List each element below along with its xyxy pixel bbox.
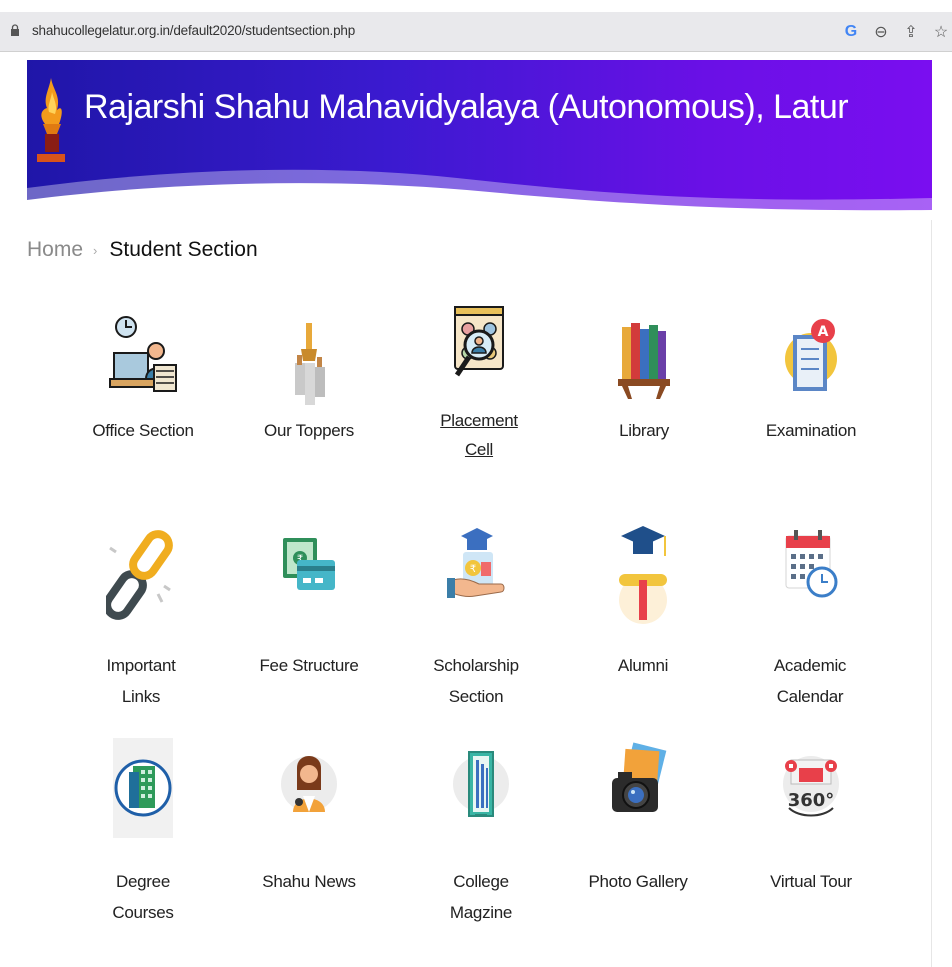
scholarship-icon: ₹: [447, 528, 505, 598]
library-icon: [618, 323, 670, 399]
tile-label: Library: [619, 421, 669, 440]
tile-label: Calendar: [776, 687, 844, 706]
tile-label: Important: [106, 656, 176, 675]
tile-label: Fee Structure: [259, 656, 359, 675]
examination-icon: A: [785, 319, 837, 391]
header-banner: Rajarshi Shahu Mahavidyalaya (Autonomous…: [27, 60, 932, 220]
tile-label: Office Section: [92, 421, 194, 440]
tile-label: Photo Gallery: [588, 872, 688, 891]
tile-academic-calendar[interactable]: Academic Calendar: [730, 522, 890, 712]
svg-text:360°: 360°: [788, 790, 835, 811]
share-icon[interactable]: ⇪: [902, 22, 920, 42]
tile-label: Degree: [116, 872, 170, 891]
star-icon[interactable]: ☆: [932, 22, 950, 42]
svg-text:₹: ₹: [470, 564, 476, 575]
tile-our-toppers[interactable]: Our Toppers: [229, 305, 389, 446]
tile-label: Academic: [773, 656, 847, 675]
tile-alumni[interactable]: Alumni: [563, 522, 723, 681]
tile-library[interactable]: Library: [564, 305, 724, 446]
tile-shahu-news[interactable]: Shahu News: [229, 738, 389, 897]
fee-structure-icon: ₹: [283, 538, 335, 590]
degree-courses-icon: [113, 738, 173, 838]
photo-gallery-icon: [612, 742, 667, 812]
url-text[interactable]: shahucollegelatur.org.in/default2020/stu…: [32, 23, 355, 38]
svg-text:A: A: [818, 324, 829, 340]
breadcrumb-home-link[interactable]: Home: [27, 238, 83, 262]
tile-virtual-tour[interactable]: 360° Virtual Tour: [731, 738, 891, 897]
important-links-icon: [106, 530, 173, 620]
virtual-tour-icon: 360°: [783, 756, 839, 817]
tile-scholarship-section[interactable]: ₹ Scholarship Section: [396, 522, 556, 712]
lock-icon: [11, 24, 19, 36]
tile-label: Magzine: [449, 903, 513, 922]
tile-label: College: [453, 872, 509, 891]
tile-label: Courses: [112, 903, 174, 922]
tile-photo-gallery[interactable]: Photo Gallery: [558, 738, 718, 897]
academic-calendar-icon: [785, 530, 838, 598]
tile-fee-structure[interactable]: ₹ Fee Structure: [229, 522, 389, 681]
breadcrumb-separator: ›: [93, 242, 98, 258]
tile-label-link[interactable]: Cell: [399, 434, 559, 465]
tile-label: Alumni: [617, 656, 669, 675]
tile-placement-cell[interactable]: Placement Cell: [399, 305, 559, 465]
tile-examination[interactable]: A Examination: [731, 305, 891, 446]
toppers-icon: [295, 323, 325, 405]
tile-label: Examination: [765, 421, 857, 440]
magazine-icon: [453, 751, 509, 817]
office-section-icon: [109, 316, 177, 392]
browser-bar: shahucollegelatur.org.in/default2020/stu…: [0, 0, 952, 52]
google-icon[interactable]: G: [842, 23, 860, 41]
breadcrumb-current: Student Section: [109, 238, 258, 261]
tile-label: Virtual Tour: [770, 872, 852, 891]
college-title: Rajarshi Shahu Mahavidyalaya (Autonomous…: [84, 88, 849, 126]
tile-label: Section: [448, 687, 504, 706]
news-icon: [281, 756, 337, 812]
placement-cell-icon: [454, 306, 504, 377]
header-wave: [27, 169, 932, 220]
tile-office-section[interactable]: Office Section: [63, 305, 223, 446]
tile-label: Our Toppers: [264, 421, 354, 440]
page: Rajarshi Shahu Mahavidyalaya (Autonomous…: [27, 60, 932, 967]
tile-college-magazine[interactable]: College Magzine: [401, 738, 561, 928]
tile-label: Scholarship: [433, 656, 519, 675]
tile-degree-courses[interactable]: Degree Courses: [63, 738, 223, 928]
college-logo-icon[interactable]: [33, 68, 69, 166]
tile-label: Shahu News: [262, 872, 356, 891]
breadcrumb: Home › Student Section: [27, 238, 258, 262]
tile-important-links[interactable]: Important Links: [61, 522, 221, 712]
tile-label: Links: [121, 687, 161, 706]
alumni-icon: [619, 526, 667, 624]
zoom-icon[interactable]: ⊖: [872, 22, 890, 42]
